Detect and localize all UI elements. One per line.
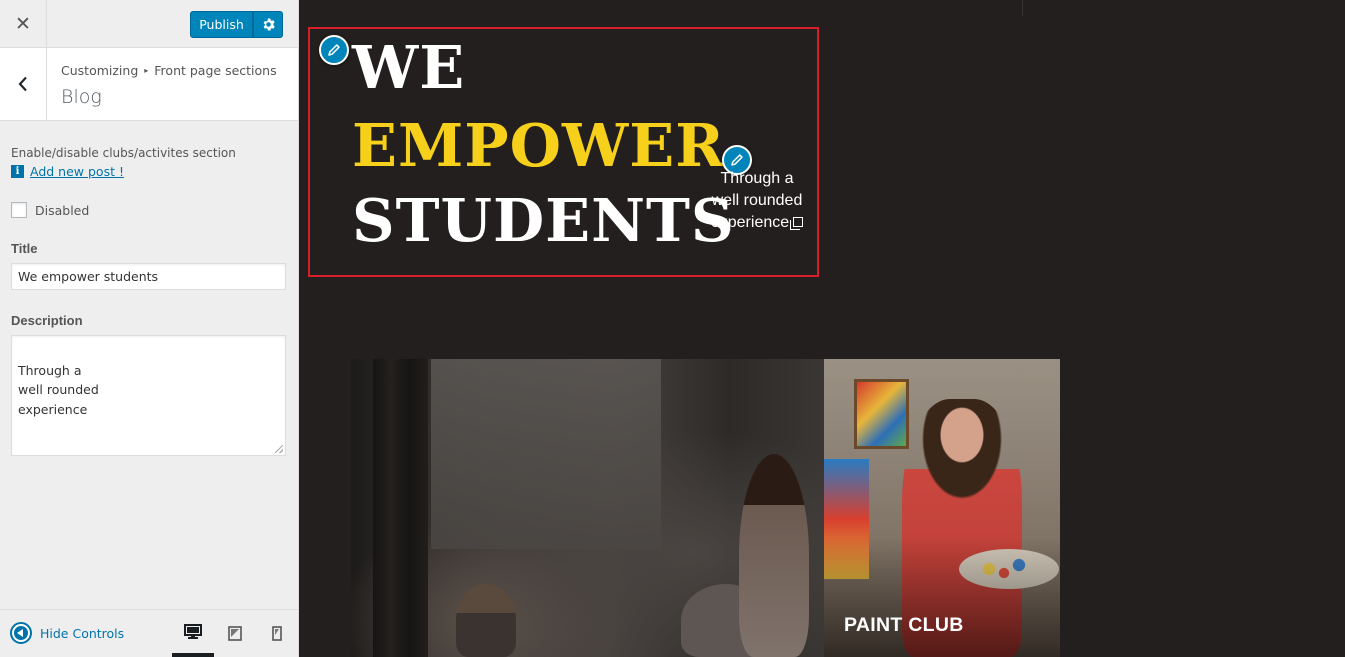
external-link-icon <box>793 217 804 227</box>
breadcrumb-separator-icon: ▸ <box>144 66 149 75</box>
add-new-post-link[interactable]: Add new post ! <box>30 164 124 179</box>
painting-canvas-image <box>854 379 909 449</box>
preview-desktop-button[interactable] <box>172 610 214 657</box>
paint-club-label: PAINT CLUB <box>844 614 964 636</box>
preview-mobile-button[interactable] <box>256 610 298 657</box>
customizer-header: ✕ Publish <box>0 0 298 48</box>
hero-section-selection[interactable]: WE EMPOWER STUDENTS Through a well round… <box>308 27 819 277</box>
publish-settings-button[interactable] <box>253 11 283 38</box>
desktop-icon <box>184 623 202 639</box>
hero-description: Through a well rounded experience <box>702 168 812 234</box>
resize-handle-icon[interactable] <box>275 445 283 453</box>
title-input[interactable]: We empower students <box>11 263 286 290</box>
back-button[interactable] <box>0 48 47 120</box>
description-textarea[interactable]: Through a well rounded experience <box>11 335 286 456</box>
disabled-checkbox-label: Disabled <box>35 202 90 218</box>
mobile-icon <box>272 626 282 641</box>
breadcrumb-root: Customizing <box>61 63 139 78</box>
section-controls: Enable/disable clubs/activites section i… <box>11 145 287 456</box>
customizer-sidebar: ✕ Publish Customizing ▸ Front page section… <box>0 0 299 657</box>
description-text: Through a well rounded experience <box>18 362 99 417</box>
disabled-checkbox[interactable] <box>11 202 27 218</box>
breadcrumb-parent: Front page sections <box>154 63 277 78</box>
hero-title-line-3: STUDENTS <box>352 186 735 255</box>
hero-description-text: Through a well rounded experience <box>710 170 803 231</box>
club-photo-person <box>739 454 809 657</box>
preview-tablet-button[interactable] <box>214 610 256 657</box>
add-post-row: i Add new post ! <box>11 164 287 179</box>
title-field-label: Title <box>11 241 38 256</box>
hide-controls-button[interactable]: Hide Controls <box>10 622 124 644</box>
tablet-icon <box>228 626 242 641</box>
collapse-arrow-icon <box>10 622 32 644</box>
hero-title-line-1: WE <box>352 33 466 102</box>
section-header: Customizing ▸ Front page sections Blog <box>0 48 298 121</box>
gear-icon <box>263 18 275 31</box>
pencil-icon <box>328 44 340 56</box>
meeting-club-image[interactable] <box>351 359 824 657</box>
club-photo-person <box>456 584 516 657</box>
section-toggle-description: Enable/disable clubs/activites section <box>11 146 236 160</box>
publish-button[interactable]: Publish <box>190 11 253 38</box>
customizer-footer: Hide Controls <box>0 609 298 657</box>
edit-title-shortcut[interactable] <box>319 35 349 65</box>
publish-group: Publish <box>190 11 283 38</box>
section-title: Blog <box>61 86 102 108</box>
breadcrumb: Customizing ▸ Front page sections <box>61 63 277 78</box>
chevron-left-icon <box>18 76 27 92</box>
hide-controls-label: Hide Controls <box>40 625 125 641</box>
club-photo-window <box>431 359 661 549</box>
close-icon: ✕ <box>15 13 31 35</box>
preview-divider <box>1022 0 1023 16</box>
paint-club-overlay <box>824 537 1060 657</box>
club-photo-curtain <box>373 359 428 657</box>
pencil-icon <box>731 154 743 166</box>
site-preview: WE EMPOWER STUDENTS Through a well round… <box>299 0 1345 657</box>
disabled-toggle-row: Disabled <box>11 202 287 218</box>
hero-title-line-2: EMPOWER <box>352 111 726 180</box>
info-icon: i <box>11 165 24 178</box>
description-field-label: Description <box>11 313 83 328</box>
close-customizer-button[interactable]: ✕ <box>0 0 47 48</box>
paint-club-card[interactable]: PAINT CLUB <box>824 359 1060 657</box>
